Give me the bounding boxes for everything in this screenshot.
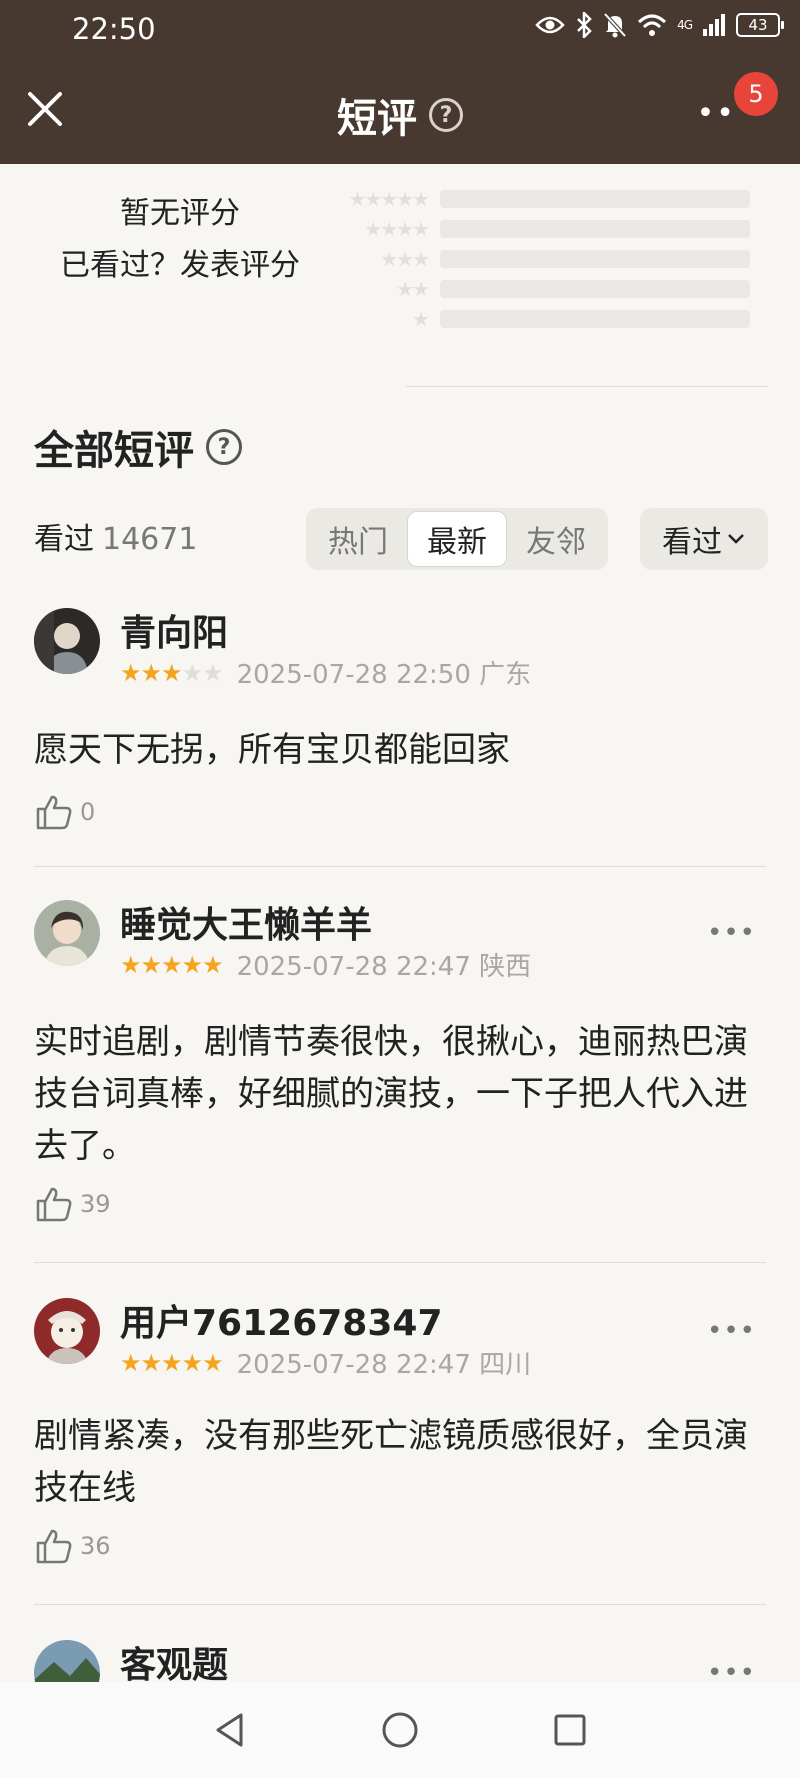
back-nav-button[interactable] — [210, 1710, 250, 1750]
rating-track — [440, 310, 750, 328]
rating-track — [440, 280, 750, 298]
avatar[interactable] — [34, 900, 100, 966]
notification-badge[interactable]: 5 — [734, 72, 778, 116]
home-circle-icon — [382, 1712, 418, 1747]
comment-divider — [34, 1604, 766, 1605]
rating-track — [440, 250, 750, 268]
avatar[interactable] — [34, 1298, 100, 1364]
tab-hot[interactable]: 热门 — [309, 511, 407, 567]
back-triangle-icon — [216, 1713, 243, 1746]
rating-stars-5: ★★★★★ — [348, 187, 430, 211]
battery-indicator: 43 — [736, 13, 784, 37]
rating-stars: ★ ★ ★ ★ ★ — [120, 1348, 224, 1377]
comment-author[interactable]: 客观题 — [120, 1640, 228, 1682]
recents-square-icon — [554, 1714, 586, 1745]
page-title-text: 短评 — [337, 96, 417, 142]
comment-author[interactable]: 睡觉大王懒羊羊 — [120, 896, 372, 948]
top-bar: 22:50 4G 43 短评 ? •• 5 — [0, 0, 800, 164]
like-count: 39 — [80, 1190, 111, 1218]
like-count: 36 — [80, 1532, 111, 1560]
section-help-icon[interactable]: ? — [206, 429, 242, 465]
section-title: 全部短评 ? — [34, 418, 242, 476]
tab-friends[interactable]: 友邻 — [507, 511, 605, 567]
like-button[interactable]: 36 — [34, 1526, 111, 1566]
rating-stars-4: ★★★★ — [364, 217, 430, 241]
comment-item: 客观题 ••• — [34, 1640, 766, 1682]
section-title-text: 全部短评 — [34, 428, 194, 474]
rating-row-3: ★★★ — [310, 244, 750, 274]
bluetooth-icon — [577, 12, 592, 38]
seen-count-label: 看过 14671 — [34, 514, 197, 558]
comment-more-button[interactable]: ••• — [707, 918, 756, 948]
comment-time: 2025-07-28 22:47 四川 — [236, 1350, 532, 1380]
rating-row-4: ★★★★ — [310, 214, 750, 244]
comment-meta: ★ ★ ★ ★ ★ 2025-07-28 22:47 陕西 — [120, 946, 531, 983]
wifi-icon — [638, 14, 667, 36]
thumbs-up-icon — [36, 1187, 72, 1222]
thumbs-up-icon — [36, 795, 72, 830]
rating-track — [440, 190, 750, 208]
no-score-text: 暂无评分 — [120, 196, 240, 231]
comment-author[interactable]: 青向阳 — [120, 604, 228, 656]
signal-label: 4G — [677, 18, 693, 32]
comment-author[interactable]: 用户7612678347 — [120, 1294, 443, 1346]
comment-meta: ★ ★ ★ ★ ★ 2025-07-28 22:47 四川 — [120, 1344, 531, 1381]
seen-label-text: 看过 — [34, 522, 94, 557]
comment-meta: ★ ★ ★ ★ ★ 2025-07-28 22:50 广东 — [120, 654, 531, 691]
eye-icon — [535, 16, 565, 34]
comment-text: 剧情紧凑，没有那些死亡滤镜质感很好，全员演技在线 — [34, 1416, 748, 1508]
rating-row-2: ★★ — [310, 274, 750, 304]
avatar[interactable] — [34, 1640, 100, 1682]
sort-tabs: 热门 最新 友邻 — [306, 508, 608, 570]
rating-track — [440, 220, 750, 238]
section-divider — [406, 386, 768, 387]
rating-row-1: ★ — [310, 304, 750, 334]
comment-text: 实时追剧，剧情节奏很快，很揪心，迪丽热巴演技台词真棒，好细腻的演技，一下子把人代… — [34, 1022, 748, 1166]
rating-stars: ★ ★ ★ ★ ★ — [120, 658, 224, 687]
comment-more-button[interactable]: ••• — [707, 1316, 756, 1346]
like-button[interactable]: 0 — [34, 792, 95, 832]
rating-summary: 暂无评分 已看过？发表评分 — [40, 188, 320, 292]
like-count: 0 — [80, 798, 96, 826]
page-title: 短评 ? — [0, 86, 800, 144]
chevron-down-icon — [728, 534, 744, 544]
system-nav-bar — [0, 1682, 800, 1777]
signal-bars-icon — [703, 14, 725, 36]
comment-item: 用户7612678347 ★ ★ ★ ★ ★ 2025-07-28 22:47 四川 •… — [34, 1298, 766, 1605]
status-icons: 4G 43 — [535, 12, 784, 38]
tab-latest[interactable]: 最新 — [407, 511, 507, 567]
status-time: 22:50 — [72, 12, 156, 46]
recents-nav-button[interactable] — [550, 1710, 590, 1750]
rating-stars: ★ ★ ★ ★ ★ — [120, 950, 224, 979]
rating-stars-2: ★★ — [396, 277, 430, 301]
comment-item: 睡觉大王懒羊羊 ★ ★ ★ ★ ★ 2025-07-28 22:47 陕西 ••• 实时… — [34, 900, 766, 1263]
rating-stars-3: ★★★ — [380, 247, 430, 271]
rate-prompt-link[interactable]: 已看过？发表评分 — [40, 240, 320, 292]
like-button[interactable]: 39 — [34, 1184, 111, 1224]
rating-stars-1: ★ — [412, 307, 430, 331]
filter-dropdown[interactable]: 看过 — [640, 508, 768, 570]
comment-more-button[interactable]: ••• — [707, 1658, 756, 1682]
comment-time: 2025-07-28 22:47 陕西 — [236, 952, 532, 982]
more-menu-button[interactable]: •• — [697, 96, 736, 131]
comment-divider — [34, 1262, 766, 1263]
comment-item: 青向阳 ★ ★ ★ ★ ★ 2025-07-28 22:50 广东 愿天下无拐，所有宝贝… — [34, 608, 766, 867]
rating-row-5: ★★★★★ — [310, 184, 750, 214]
filter-label: 看过 — [662, 525, 722, 560]
help-icon[interactable]: ? — [429, 98, 463, 132]
comment-divider — [34, 866, 766, 867]
seen-count-value: 14671 — [102, 522, 198, 557]
rating-distribution: ★★★★★ ★★★★ ★★★ ★★ ★ — [310, 184, 750, 334]
home-nav-button[interactable] — [380, 1710, 420, 1750]
comment-text: 愿天下无拐，所有宝贝都能回家 — [34, 730, 510, 770]
avatar[interactable] — [34, 608, 100, 674]
bell-muted-icon — [603, 12, 627, 38]
thumbs-up-icon — [36, 1529, 72, 1564]
comment-time: 2025-07-28 22:50 广东 — [236, 660, 532, 690]
